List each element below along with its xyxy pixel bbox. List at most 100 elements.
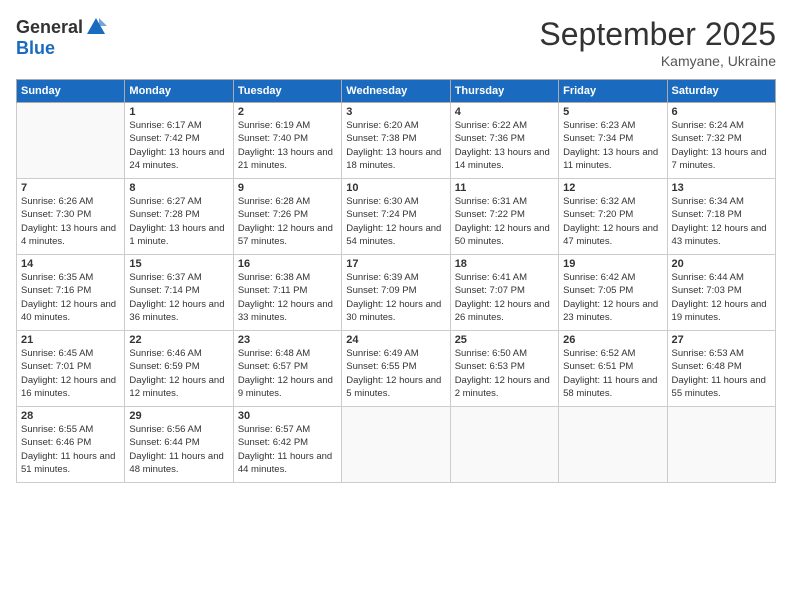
calendar-header-row: Sunday Monday Tuesday Wednesday Thursday… xyxy=(17,80,776,103)
sunrise-text: Sunrise: 6:22 AM xyxy=(455,120,527,131)
daylight-text: Daylight: 12 hours and 26 minutes. xyxy=(455,299,550,323)
table-row: 29Sunrise: 6:56 AMSunset: 6:44 PMDayligh… xyxy=(125,407,233,483)
table-row: 26Sunrise: 6:52 AMSunset: 6:51 PMDayligh… xyxy=(559,331,667,407)
table-row: 7Sunrise: 6:26 AMSunset: 7:30 PMDaylight… xyxy=(17,179,125,255)
daylight-text: Daylight: 12 hours and 36 minutes. xyxy=(129,299,224,323)
daylight-text: Daylight: 11 hours and 51 minutes. xyxy=(21,451,115,475)
col-thursday: Thursday xyxy=(450,80,558,103)
day-number: 10 xyxy=(346,182,445,194)
sunrise-text: Sunrise: 6:23 AM xyxy=(563,120,635,131)
sunset-text: Sunset: 7:01 PM xyxy=(21,361,91,372)
table-row: 11Sunrise: 6:31 AMSunset: 7:22 PMDayligh… xyxy=(450,179,558,255)
table-row: 24Sunrise: 6:49 AMSunset: 6:55 PMDayligh… xyxy=(342,331,450,407)
sunrise-text: Sunrise: 6:19 AM xyxy=(238,120,310,131)
table-row: 25Sunrise: 6:50 AMSunset: 6:53 PMDayligh… xyxy=(450,331,558,407)
daylight-text: Daylight: 12 hours and 23 minutes. xyxy=(563,299,658,323)
sunset-text: Sunset: 7:42 PM xyxy=(129,133,199,144)
col-wednesday: Wednesday xyxy=(342,80,450,103)
table-row: 4Sunrise: 6:22 AMSunset: 7:36 PMDaylight… xyxy=(450,103,558,179)
day-info: Sunrise: 6:56 AMSunset: 6:44 PMDaylight:… xyxy=(129,423,228,476)
sunset-text: Sunset: 7:20 PM xyxy=(563,209,633,220)
sunrise-text: Sunrise: 6:57 AM xyxy=(238,424,310,435)
day-info: Sunrise: 6:28 AMSunset: 7:26 PMDaylight:… xyxy=(238,195,337,248)
day-info: Sunrise: 6:48 AMSunset: 6:57 PMDaylight:… xyxy=(238,347,337,400)
daylight-text: Daylight: 12 hours and 33 minutes. xyxy=(238,299,333,323)
day-info: Sunrise: 6:55 AMSunset: 6:46 PMDaylight:… xyxy=(21,423,120,476)
day-info: Sunrise: 6:23 AM Sunset: 7:34 PM Daylight:… xyxy=(563,119,662,172)
sunrise-text: Sunrise: 6:37 AM xyxy=(129,272,201,283)
day-number: 23 xyxy=(238,334,337,346)
sunrise-text: Sunrise: 6:38 AM xyxy=(238,272,310,283)
day-number: 2 xyxy=(238,106,337,118)
sunrise-text: Sunrise: 6:26 AM xyxy=(21,196,93,207)
day-info: Sunrise: 6:50 AMSunset: 6:53 PMDaylight:… xyxy=(455,347,554,400)
table-row xyxy=(559,407,667,483)
daylight-text: Daylight: 12 hours and 57 minutes. xyxy=(238,223,333,247)
table-row: 28Sunrise: 6:55 AMSunset: 6:46 PMDayligh… xyxy=(17,407,125,483)
sunset-text: Sunset: 7:18 PM xyxy=(672,209,742,220)
sunrise-text: Sunrise: 6:17 AM xyxy=(129,120,201,131)
table-row: 21Sunrise: 6:45 AMSunset: 7:01 PMDayligh… xyxy=(17,331,125,407)
sunset-text: Sunset: 6:55 PM xyxy=(346,361,416,372)
day-number: 28 xyxy=(21,410,120,422)
sunset-text: Sunset: 7:34 PM xyxy=(563,133,633,144)
table-row: 1Sunrise: 6:17 AMSunset: 7:42 PMDaylight… xyxy=(125,103,233,179)
daylight-text: Daylight: 11 hours and 44 minutes. xyxy=(238,451,332,475)
daylight-text: Daylight: 12 hours and 30 minutes. xyxy=(346,299,441,323)
daylight-text: Daylight: 12 hours and 40 minutes. xyxy=(21,299,116,323)
day-number: 27 xyxy=(672,334,771,346)
col-sunday: Sunday xyxy=(17,80,125,103)
day-info: Sunrise: 6:57 AMSunset: 6:42 PMDaylight:… xyxy=(238,423,337,476)
daylight-text: Daylight: 12 hours and 12 minutes. xyxy=(129,375,224,399)
sunrise-text: Sunrise: 6:31 AM xyxy=(455,196,527,207)
logo-general-text: General xyxy=(16,17,83,38)
sunrise-text: Sunrise: 6:50 AM xyxy=(455,348,527,359)
sunset-text: Sunset: 7:26 PM xyxy=(238,209,308,220)
day-number: 18 xyxy=(455,258,554,270)
table-row: 17Sunrise: 6:39 AMSunset: 7:09 PMDayligh… xyxy=(342,255,450,331)
day-info: Sunrise: 6:34 AMSunset: 7:18 PMDaylight:… xyxy=(672,195,771,248)
day-info: Sunrise: 6:35 AMSunset: 7:16 PMDaylight:… xyxy=(21,271,120,324)
sunrise-text: Sunrise: 6:56 AM xyxy=(129,424,201,435)
sunset-text: Sunset: 7:03 PM xyxy=(672,285,742,296)
sunset-text: Sunset: 7:07 PM xyxy=(455,285,525,296)
table-row: 9Sunrise: 6:28 AMSunset: 7:26 PMDaylight… xyxy=(233,179,341,255)
table-row: 15Sunrise: 6:37 AMSunset: 7:14 PMDayligh… xyxy=(125,255,233,331)
day-number: 13 xyxy=(672,182,771,194)
table-row: 8Sunrise: 6:27 AMSunset: 7:28 PMDaylight… xyxy=(125,179,233,255)
table-row: 6Sunrise: 6:24 AMSunset: 7:32 PMDaylight… xyxy=(667,103,775,179)
day-info: Sunrise: 6:39 AMSunset: 7:09 PMDaylight:… xyxy=(346,271,445,324)
table-row: 13Sunrise: 6:34 AMSunset: 7:18 PMDayligh… xyxy=(667,179,775,255)
daylight-text: Daylight: 12 hours and 2 minutes. xyxy=(455,375,550,399)
table-row: 3Sunrise: 6:20 AMSunset: 7:38 PMDaylight… xyxy=(342,103,450,179)
day-info: Sunrise: 6:17 AMSunset: 7:42 PMDaylight:… xyxy=(129,119,228,172)
daylight-text: Daylight: 11 hours and 48 minutes. xyxy=(129,451,223,475)
daylight-text: Daylight: 13 hours and 11 minutes. xyxy=(563,147,658,171)
day-number: 30 xyxy=(238,410,337,422)
day-number: 26 xyxy=(563,334,662,346)
sunset-text: Sunset: 6:59 PM xyxy=(129,361,199,372)
sunrise-text: Sunrise: 6:45 AM xyxy=(21,348,93,359)
day-info: Sunrise: 6:24 AMSunset: 7:32 PMDaylight:… xyxy=(672,119,771,172)
day-number: 20 xyxy=(672,258,771,270)
daylight-text: Daylight: 13 hours and 7 minutes. xyxy=(672,147,767,171)
location: Kamyane, Ukraine xyxy=(539,53,776,69)
table-row: 16Sunrise: 6:38 AMSunset: 7:11 PMDayligh… xyxy=(233,255,341,331)
calendar-week-row: 7Sunrise: 6:26 AMSunset: 7:30 PMDaylight… xyxy=(17,179,776,255)
sunrise-text: Sunrise: 6:27 AM xyxy=(129,196,201,207)
sunset-text: Sunset: 7:30 PM xyxy=(21,209,91,220)
sunrise-text: Sunrise: 6:48 AM xyxy=(238,348,310,359)
daylight-text: Daylight: 13 hours and 21 minutes. xyxy=(238,147,333,171)
table-row xyxy=(667,407,775,483)
sunset-text: Sunset: 6:57 PM xyxy=(238,361,308,372)
day-number: 19 xyxy=(563,258,662,270)
table-row: 12Sunrise: 6:32 AMSunset: 7:20 PMDayligh… xyxy=(559,179,667,255)
daylight-text: Daylight: 12 hours and 5 minutes. xyxy=(346,375,441,399)
table-row: 5Sunrise: 6:23 AMSunset: 7:34 PMDaylight… xyxy=(559,103,667,179)
daylight-text: Daylight: 12 hours and 19 minutes. xyxy=(672,299,767,323)
sunset-text: Sunset: 6:51 PM xyxy=(563,361,633,372)
daylight-text: Daylight: 13 hours and 14 minutes. xyxy=(455,147,550,171)
sunrise-text: Sunrise: 6:41 AM xyxy=(455,272,527,283)
day-number: 9 xyxy=(238,182,337,194)
table-row: 20Sunrise: 6:44 AMSunset: 7:03 PMDayligh… xyxy=(667,255,775,331)
